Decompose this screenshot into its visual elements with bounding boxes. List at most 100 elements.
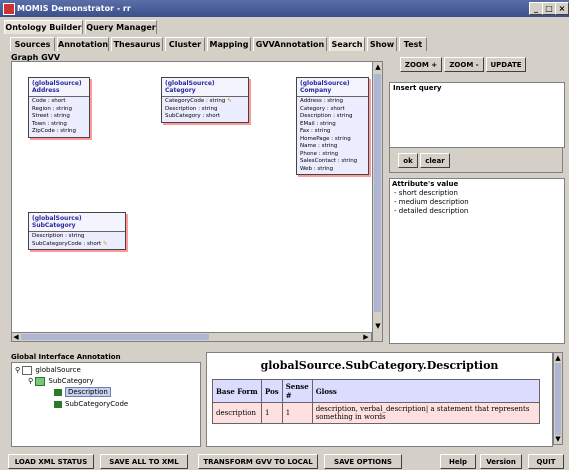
node-attr: ZipCode : string <box>32 128 77 134</box>
tree-node-subcategory[interactable]: ⚲ SubCategory <box>28 376 94 386</box>
graph-horizontal-scrollbar[interactable]: ◀ ▶ <box>11 332 372 342</box>
node-attr: Web : string <box>300 165 334 172</box>
key-icon: ⚲ <box>28 377 34 385</box>
node-attr: Region : string <box>32 105 72 112</box>
node-attr: SubCategoryCode : short <box>32 240 102 247</box>
gloss-header: Pos <box>261 379 283 403</box>
gloss-scrollbar[interactable]: ▲ ▼ <box>553 352 563 445</box>
save-options-button[interactable]: SAVE OPTIONS <box>324 454 402 469</box>
graph-node-category[interactable]: (globalSource) Category CategoryCode : st… <box>161 77 249 123</box>
tab-test[interactable]: Test <box>399 37 427 51</box>
key-icon: ✎ <box>227 98 232 104</box>
tab-annotation[interactable]: Annotation <box>57 37 109 51</box>
key-icon: ✎ <box>102 240 108 247</box>
tree-node-description[interactable]: Description <box>54 387 111 397</box>
tab-gvvannotation[interactable]: GVVAnnotation <box>253 37 327 51</box>
tab-mapping[interactable]: Mapping <box>207 37 251 51</box>
zoom-out-button[interactable]: ZOOM - <box>444 57 484 72</box>
attribute-icon <box>54 388 62 396</box>
gloss-cell: 1 <box>261 402 283 424</box>
minimize-button[interactable]: _ <box>529 2 543 15</box>
node-attr: Description : string <box>300 113 353 119</box>
gloss-table: Base Form Pos Sense # Gloss description … <box>212 379 540 424</box>
key-icon: ⚲ <box>15 366 21 374</box>
attribute-values-label: Attribute's value <box>392 180 459 188</box>
main-window: MOMIS Demonstrator - rr _ □ × Ontology B… <box>0 0 569 470</box>
node-name: Company <box>300 87 332 94</box>
node-attr: Fax : string <box>300 128 331 134</box>
window-title: MOMIS Demonstrator - rr <box>17 4 131 13</box>
zoom-in-button[interactable]: ZOOM + <box>400 57 442 72</box>
save-all-to-xml-button[interactable]: SAVE ALL TO XML <box>100 454 188 469</box>
node-kind: (globalSource) <box>300 80 350 87</box>
node-name: SubCategory <box>32 222 76 229</box>
tree-node-root[interactable]: ⚲ globalSource <box>15 365 81 375</box>
tree-label: SubCategory <box>48 377 94 385</box>
tab-thesaurus[interactable]: Thesaurus <box>111 37 163 51</box>
gloss-panel: globalSource.SubCategory.Description Bas… <box>206 352 553 447</box>
tab-search[interactable]: Search <box>329 37 365 51</box>
folder-icon <box>22 365 33 375</box>
help-button[interactable]: Help <box>440 454 476 469</box>
scroll-thumb[interactable] <box>374 74 381 312</box>
tab-ontology-builder[interactable]: Ontology Builder <box>4 20 83 34</box>
maximize-button[interactable]: □ <box>542 2 556 15</box>
scroll-right-icon[interactable]: ▶ <box>362 333 370 341</box>
scroll-thumb[interactable] <box>555 363 561 435</box>
node-name: Address <box>32 87 60 94</box>
query-label: Insert query <box>393 84 442 92</box>
tree-label: SubCategoryCode <box>65 400 129 408</box>
node-attr: Phone : string <box>300 150 339 157</box>
scroll-left-icon[interactable]: ◀ <box>12 333 20 341</box>
annotation-tree[interactable]: ⚲ globalSource ⚲ SubCategory Description… <box>11 362 201 447</box>
load-xml-status-button[interactable]: LOAD XML STATUS <box>8 454 94 469</box>
attribute-value-item[interactable]: - medium description <box>390 198 564 207</box>
quit-button[interactable]: QUIT <box>528 454 564 469</box>
graph-node-company[interactable]: (globalSource) Company Address : string C… <box>296 77 369 175</box>
tab-sources[interactable]: Sources <box>10 37 55 51</box>
attribute-value-item[interactable]: - short description <box>390 189 564 198</box>
scroll-up-icon[interactable]: ▲ <box>554 354 562 362</box>
attribute-icon <box>54 400 62 408</box>
graph-vertical-scrollbar[interactable]: ▲ ▼ <box>372 61 383 342</box>
scroll-down-icon[interactable]: ▼ <box>374 322 382 330</box>
title-bar: MOMIS Demonstrator - rr _ □ × <box>0 0 569 17</box>
scroll-thumb[interactable] <box>21 334 209 340</box>
node-attr: EMail : string <box>300 120 336 127</box>
node-kind: (globalSource) <box>32 80 82 87</box>
close-button[interactable]: × <box>555 2 569 15</box>
scroll-up-icon[interactable]: ▲ <box>374 63 382 71</box>
clear-button[interactable]: clear <box>420 153 450 168</box>
app-icon <box>3 3 15 15</box>
tab-cluster[interactable]: Cluster <box>165 37 205 51</box>
transform-gvv-to-local-button[interactable]: TRANSFORM GVV TO LOCAL <box>198 454 318 469</box>
tree-label: globalSource <box>35 366 81 374</box>
tab-show[interactable]: Show <box>367 37 397 51</box>
ok-button[interactable]: ok <box>398 153 418 168</box>
node-attr: Code : short <box>32 98 66 104</box>
graph-canvas[interactable]: (globalSource) Address Code : short Regio… <box>11 61 374 334</box>
attribute-value-item[interactable]: - detailed description <box>390 207 564 216</box>
scroll-down-icon[interactable]: ▼ <box>554 435 562 443</box>
node-kind: (globalSource) <box>165 80 215 87</box>
node-attr: Category : short <box>300 105 345 112</box>
version-button[interactable]: Version <box>480 454 522 469</box>
table-row: description 1 1 description, verbal_desc… <box>212 402 540 424</box>
graph-node-subcategory[interactable]: (globalSource) SubCategory Description : … <box>28 212 126 250</box>
gloss-cell: 1 <box>281 402 313 424</box>
annotation-tree-label: Global Interface Annotation <box>11 353 121 361</box>
node-attr: SubCategory : short <box>165 113 221 119</box>
tree-node-subcategorycode[interactable]: SubCategoryCode <box>54 399 128 409</box>
tab-query-manager[interactable]: Query Manager <box>85 20 157 34</box>
node-attr: Description : string <box>165 105 218 112</box>
node-attr: Town : string <box>32 120 67 127</box>
gloss-title: globalSource.SubCategory.Description <box>260 359 499 372</box>
graph-node-address[interactable]: (globalSource) Address Code : short Regio… <box>28 77 90 138</box>
node-attr: Street : string <box>32 113 70 119</box>
update-button[interactable]: UPDATE <box>486 57 526 72</box>
node-attr: Description : string <box>32 233 85 239</box>
node-attr: SalesContact : string <box>300 158 358 164</box>
attribute-values-panel: Attribute's value - short description - … <box>389 178 565 344</box>
query-input[interactable]: Insert query <box>389 82 565 148</box>
node-attr: HomePage : string <box>300 135 351 142</box>
